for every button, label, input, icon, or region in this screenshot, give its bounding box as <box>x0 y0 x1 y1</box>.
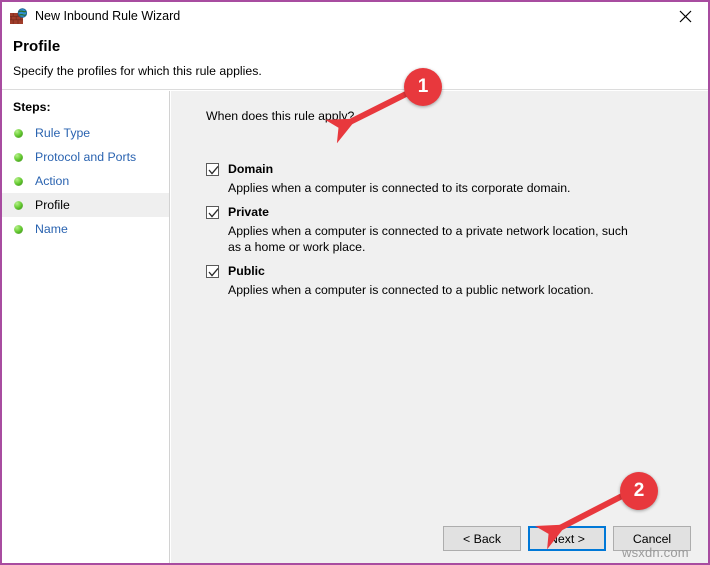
firewall-brick-wall-globe-icon <box>10 7 28 25</box>
window-title: New Inbound Rule Wizard <box>35 8 181 23</box>
private-checkbox[interactable] <box>206 206 219 219</box>
profiles-checkbox-group: Domain Applies when a computer is connec… <box>206 162 676 307</box>
close-icon[interactable] <box>662 2 708 30</box>
domain-checkbox-row[interactable]: Domain <box>206 162 676 177</box>
public-description: Applies when a computer is connected to … <box>228 283 594 297</box>
wizard-body-panel: When does this rule apply? Domain Applie… <box>171 91 708 563</box>
steps-list: Rule Type Protocol and Ports Action Prof… <box>2 121 169 241</box>
domain-label: Domain <box>228 162 274 176</box>
steps-sidebar: Steps: Rule Type Protocol and Ports Acti… <box>2 91 170 563</box>
title-bar: New Inbound Rule Wizard <box>2 2 708 30</box>
profile-row-domain: Domain Applies when a computer is connec… <box>206 162 676 196</box>
next-button[interactable]: Next > <box>528 526 606 551</box>
public-label: Public <box>228 264 265 278</box>
sidebar-item-label: Rule Type <box>35 126 91 140</box>
green-sphere-icon <box>14 128 23 138</box>
sidebar-item-name[interactable]: Name <box>2 217 169 241</box>
steps-heading: Steps: <box>13 100 51 114</box>
sidebar-item-protocol-and-ports[interactable]: Protocol and Ports <box>2 145 169 169</box>
page-subtitle: Specify the profiles for which this rule… <box>13 64 262 78</box>
green-sphere-icon <box>14 200 23 210</box>
domain-checkbox[interactable] <box>206 163 219 176</box>
dialog-button-bar: < Back Next > Cancel <box>171 526 708 551</box>
sidebar-item-label: Protocol and Ports <box>35 150 137 164</box>
profile-row-private: Private Applies when a computer is conne… <box>206 205 676 255</box>
sidebar-item-profile[interactable]: Profile <box>2 193 169 217</box>
private-description: Applies when a computer is connected to … <box>228 224 628 254</box>
checkmark-icon <box>208 208 219 218</box>
cancel-button[interactable]: Cancel <box>613 526 691 551</box>
private-label: Private <box>228 205 270 219</box>
checkmark-icon <box>208 165 219 175</box>
sidebar-item-label: Action <box>35 174 70 188</box>
sidebar-item-action[interactable]: Action <box>2 169 169 193</box>
question-text: When does this rule apply? <box>206 109 355 123</box>
public-checkbox[interactable] <box>206 265 219 278</box>
profile-row-public: Public Applies when a computer is connec… <box>206 264 676 298</box>
private-checkbox-row[interactable]: Private <box>206 205 676 220</box>
green-sphere-icon <box>14 224 23 234</box>
public-checkbox-row[interactable]: Public <box>206 264 676 279</box>
checkmark-icon <box>208 267 219 277</box>
sidebar-item-label: Name <box>35 222 68 236</box>
page-header: Profile Specify the profiles for which t… <box>2 30 708 90</box>
sidebar-item-rule-type[interactable]: Rule Type <box>2 121 169 145</box>
back-button[interactable]: < Back <box>443 526 521 551</box>
green-sphere-icon <box>14 152 23 162</box>
green-sphere-icon <box>14 176 23 186</box>
page-title: Profile <box>13 38 61 55</box>
sidebar-item-label: Profile <box>35 198 70 212</box>
domain-description: Applies when a computer is connected to … <box>228 181 571 195</box>
new-inbound-rule-wizard-window: New Inbound Rule Wizard Profile Specify … <box>0 0 710 565</box>
